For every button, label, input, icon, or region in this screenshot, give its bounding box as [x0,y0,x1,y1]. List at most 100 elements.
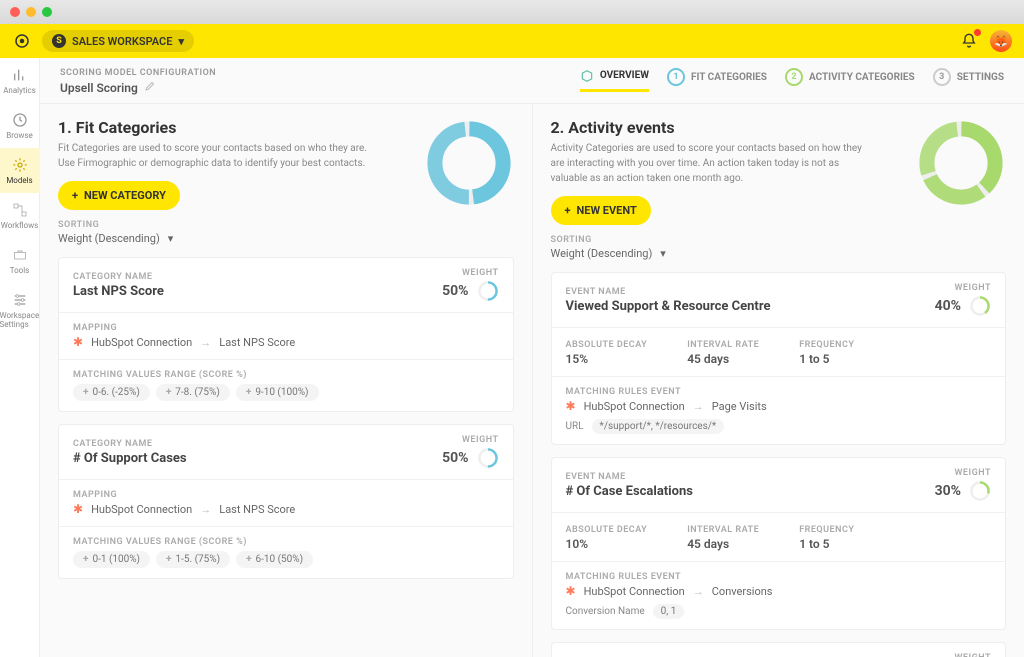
event-name-label: EVENT NAME [566,472,935,482]
decay-label: ABSOLUTE DECAY [566,340,648,350]
range-chip[interactable]: +0-6. (-25%) [73,384,150,401]
sidebar-item-workflows[interactable]: Workflows [0,193,40,238]
tab-settings[interactable]: 3 SETTINGS [933,68,1004,92]
rules-label: MATCHING RULES EVENT [566,387,992,397]
interval-label: INTERVAL RATE [687,340,759,350]
chip-text: 9-10 (100%) [255,387,308,398]
plus-icon: + [166,554,171,565]
sidebar-label: Workspace Settings [0,311,40,329]
chevron-down-icon: ▾ [178,35,184,48]
sidebar-item-tools[interactable]: Tools [0,238,40,283]
arrow-right-icon: → [200,336,211,349]
minimize-window-button[interactable] [26,7,36,17]
frequency-value: 1 to 5 [799,537,854,551]
frequency-label: FREQUENCY [799,340,854,350]
notification-dot-icon [974,29,981,36]
cube-icon [580,69,594,83]
activity-event-card[interactable]: EVENT NAME # Of Case Escalations WEIGHT … [551,457,1007,630]
hubspot-icon: ✱ [73,335,83,349]
plus-icon: + [72,189,78,202]
sidebar-label: Models [6,176,32,185]
button-label: NEW EVENT [577,204,637,217]
sort-label: SORTING [551,235,903,245]
weight-label: WEIGHT [442,435,498,445]
plus-icon: + [246,387,251,398]
hubspot-icon: ✱ [566,399,576,413]
workspace-selector[interactable]: S SALES WORKSPACE ▾ [42,30,194,52]
fit-category-card[interactable]: CATEGORY NAME # Of Support Cases WEIGHT … [58,424,514,579]
sort-label: SORTING [58,220,410,230]
fit-category-card[interactable]: CATEGORY NAME Last NPS Score WEIGHT 50% [58,257,514,412]
plus-icon: + [565,204,571,217]
fit-title: 1. Fit Categories [58,118,410,137]
activity-description: Activity Categories are used to score yo… [551,141,871,186]
arrow-right-icon: → [693,400,704,413]
plus-icon: + [166,387,171,398]
sidebar-label: Analytics [3,86,36,95]
url-value: */support/*, */resources/* [592,419,725,434]
activity-event-card[interactable]: EVENT NAME Viewed Support & Resource Cen… [551,272,1007,445]
category-name-label: CATEGORY NAME [73,439,442,449]
chip-text: 7-8. (75%) [175,387,220,398]
new-event-button[interactable]: + NEW EVENT [551,196,651,225]
chevron-down-icon: ▾ [168,232,174,245]
range-chip[interactable]: +0-1 (100%) [73,551,150,568]
button-label: NEW CATEGORY [84,189,166,202]
chip-text: 1-5. (75%) [175,554,220,565]
sidebar-item-browse[interactable]: Browse [0,103,40,148]
fit-panel: 1. Fit Categories Fit Categories are use… [40,104,532,657]
step-number-icon: 3 [933,68,951,86]
top-bar: S SALES WORKSPACE ▾ 🦊 [0,24,1024,58]
sidebar-item-workspace-settings[interactable]: Workspace Settings [0,283,40,337]
sidebar-item-analytics[interactable]: Analytics [0,58,40,103]
user-avatar[interactable]: 🦊 [990,30,1012,52]
mapping-label: MAPPING [73,323,499,333]
edit-name-button[interactable] [144,80,156,95]
decay-value: 10% [566,537,648,551]
sidebar-label: Workflows [1,221,39,230]
interval-label: INTERVAL RATE [687,525,759,535]
weight-value: 50% [442,283,468,299]
chip-text: 0-1 (100%) [92,554,140,565]
maximize-window-button[interactable] [42,7,52,17]
new-category-button[interactable]: + NEW CATEGORY [58,181,180,210]
step-number-icon: 2 [785,68,803,86]
chip-text: 6-10 (50%) [256,554,304,565]
range-chip[interactable]: +7-8. (75%) [156,384,230,401]
weight-value: 30% [935,483,961,499]
close-window-button[interactable] [10,7,20,17]
decay-label: ABSOLUTE DECAY [566,525,648,535]
sidebar-item-models[interactable]: Models [0,148,40,193]
decay-value: 15% [566,352,648,366]
sort-selector[interactable]: Weight (Descending) ▾ [58,232,410,245]
tab-activity-categories[interactable]: 2 ACTIVITY CATEGORIES [785,68,915,92]
range-chip[interactable]: +1-5. (75%) [156,551,230,568]
range-chip[interactable]: +6-10 (50%) [236,551,313,568]
tab-fit-categories[interactable]: 1 FIT CATEGORIES [667,68,767,92]
frequency-label: FREQUENCY [799,525,854,535]
mapping-row: ✱ HubSpot Connection → Last NPS Score [73,335,499,349]
breadcrumb-title: Upsell Scoring [60,80,216,95]
weight-value: 50% [442,450,468,466]
left-sidebar: Analytics Browse Models Workflows Tools … [0,58,40,657]
mapping-field: Last NPS Score [219,503,295,516]
interval-value: 45 days [687,352,759,366]
pencil-icon [144,80,156,92]
notifications-button[interactable] [958,30,980,52]
range-label: MATCHING VALUES RANGE (SCORE %) [73,370,499,380]
plus-icon: + [246,554,251,565]
range-chip[interactable]: +9-10 (100%) [236,384,319,401]
chip-text: 0-6. (-25%) [92,387,139,398]
model-name: Upsell Scoring [60,81,138,95]
activity-event-card[interactable]: EVENT NAME Attended Customer Webinar WEI… [551,642,1007,657]
fit-description: Fit Categories are used to score your co… [58,141,378,171]
workspace-icon: S [52,34,66,48]
tab-label: OVERVIEW [600,70,649,81]
mapping-label: MAPPING [73,490,499,500]
tab-overview[interactable]: OVERVIEW [580,68,649,92]
conversion-label: Conversion Name [566,606,645,617]
breadcrumb-label: SCORING MODEL CONFIGURATION [60,68,216,78]
gear-icon [11,156,29,174]
sort-selector[interactable]: Weight (Descending) ▾ [551,247,903,260]
chart-bars-icon [11,66,29,84]
